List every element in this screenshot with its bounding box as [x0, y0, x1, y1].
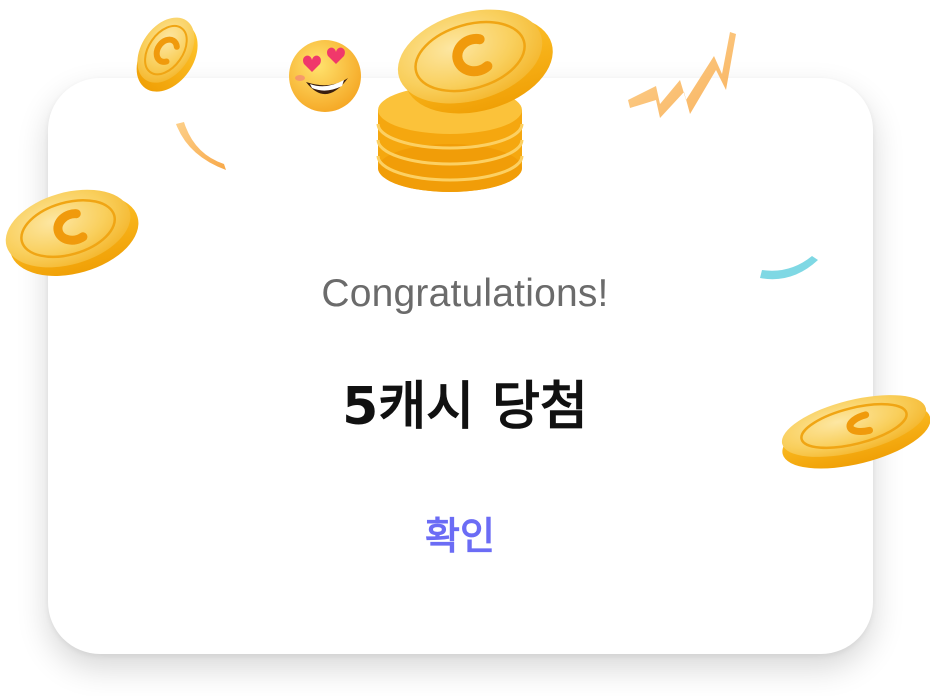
heart-eyes-emoji-icon: [289, 40, 361, 112]
confetti-ribbon-icon: [628, 32, 736, 118]
coin-icon: [781, 395, 930, 469]
confetti-ribbon-icon: [760, 256, 818, 280]
confirm-button[interactable]: 확인: [390, 500, 530, 564]
coin-icon: [136, 17, 198, 92]
coin-stack-icon: [376, 9, 553, 192]
coin-icon: [5, 189, 139, 276]
reward-popup-stage: Congratulations! 5캐시 당첨 확인: [0, 0, 930, 696]
confetti-ribbon-icon: [176, 122, 226, 170]
